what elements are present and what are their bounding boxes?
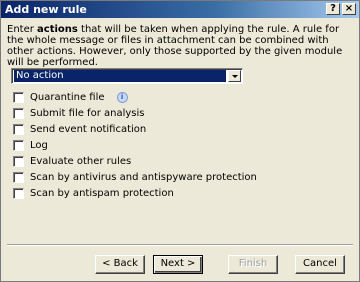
checkbox[interactable] <box>13 171 24 183</box>
option-label: Scan by antivirus and antispyware protec… <box>30 171 257 183</box>
instructions-bold: actions <box>37 24 78 35</box>
close-button[interactable]: × <box>342 3 356 15</box>
checkbox[interactable] <box>13 187 24 199</box>
checkbox[interactable] <box>13 91 24 103</box>
dialog-title: Add new rule <box>5 3 87 16</box>
checkbox[interactable] <box>13 155 24 167</box>
option-quarantine-file[interactable]: Quarantine file i <box>13 90 128 104</box>
action-dropdown[interactable]: No action <box>11 68 243 84</box>
checkbox[interactable] <box>13 139 24 151</box>
next-button[interactable]: Next > <box>153 255 203 274</box>
checkbox[interactable] <box>13 107 24 119</box>
option-label: Submit file for analysis <box>30 107 145 119</box>
option-scan-antivirus[interactable]: Scan by antivirus and antispyware protec… <box>13 170 257 184</box>
cancel-button[interactable]: Cancel <box>295 255 345 274</box>
finish-button[interactable]: Finish <box>228 255 278 274</box>
checkbox[interactable] <box>13 123 24 135</box>
option-log[interactable]: Log <box>13 138 48 152</box>
option-send-notification[interactable]: Send event notification <box>13 122 146 136</box>
add-new-rule-dialog: Add new rule ? × Enter actions that will… <box>0 0 360 282</box>
title-bar: Add new rule ? × <box>1 1 359 18</box>
chevron-down-icon[interactable] <box>228 70 241 82</box>
option-label: Quarantine file <box>30 91 105 103</box>
option-submit-file[interactable]: Submit file for analysis <box>13 106 144 120</box>
option-label: Log <box>30 139 48 151</box>
instructions-prefix: Enter <box>7 24 38 35</box>
option-evaluate-rules[interactable]: Evaluate other rules <box>13 154 131 168</box>
divider <box>7 244 353 246</box>
back-button[interactable]: < Back <box>95 255 145 274</box>
action-dropdown-value: No action <box>14 70 226 82</box>
option-label: Scan by antispam protection <box>30 187 174 199</box>
instructions-text: Enter actions that will be taken when ap… <box>7 24 353 68</box>
option-label: Send event notification <box>30 123 147 135</box>
info-icon[interactable]: i <box>116 91 128 103</box>
option-scan-antispam[interactable]: Scan by antispam protection <box>13 186 174 200</box>
help-button[interactable]: ? <box>326 3 340 15</box>
option-label: Evaluate other rules <box>30 155 132 167</box>
